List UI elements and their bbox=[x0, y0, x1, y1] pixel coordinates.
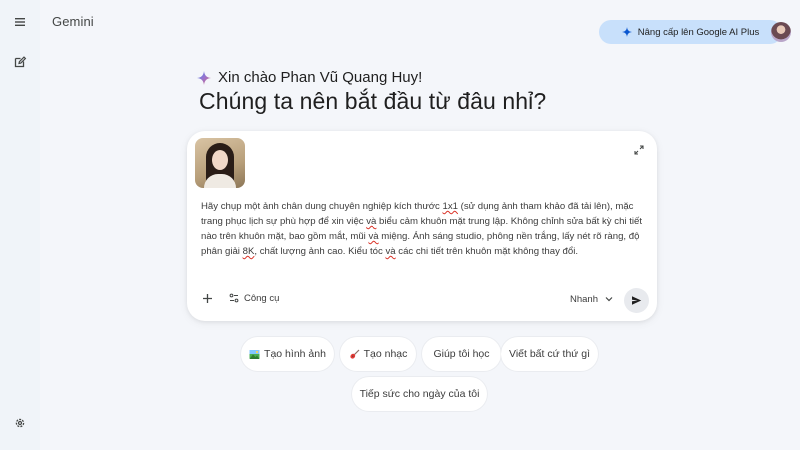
greeting-line: Xin chào Phan Vũ Quang Huy! bbox=[197, 69, 422, 86]
send-button[interactable] bbox=[624, 288, 649, 313]
sparkle-icon bbox=[621, 27, 632, 37]
chip-label: Viết bất cứ thứ gì bbox=[509, 348, 590, 360]
chip-help-me-learn[interactable]: Giúp tôi học bbox=[422, 337, 501, 371]
prompt-card: Hãy chụp một ảnh chân dung chuyên nghiệp… bbox=[187, 131, 657, 321]
add-attachment-button[interactable] bbox=[199, 290, 215, 306]
expand-icon bbox=[634, 145, 644, 155]
gemini-sparkle-icon bbox=[197, 70, 211, 85]
prompt-underlined-word: và bbox=[366, 216, 377, 227]
chip-label: Giúp tôi học bbox=[433, 348, 490, 360]
tools-label: Công cụ bbox=[244, 292, 280, 304]
prompt-input[interactable]: Hãy chụp một ảnh chân dung chuyên nghiệp… bbox=[201, 199, 647, 259]
uploaded-image-thumbnail[interactable] bbox=[195, 138, 245, 188]
chip-label: Tạo hình ảnh bbox=[264, 348, 326, 360]
image-icon bbox=[249, 349, 260, 359]
main-area: Gemini Nâng cấp lên Google AI Plus Xin c bbox=[40, 0, 800, 450]
brand-title: Gemini bbox=[52, 14, 94, 29]
plus-icon bbox=[202, 293, 212, 303]
settings-button[interactable] bbox=[8, 411, 32, 435]
prompt-text-segment: Hãy chụp một ảnh chân dung chuyên nghiệp… bbox=[201, 201, 443, 212]
upgrade-button[interactable]: Nâng cấp lên Google AI Plus bbox=[599, 20, 782, 44]
chip-create-image[interactable]: Tạo hình ảnh bbox=[241, 337, 334, 371]
prompt-text-segment: , chất lượng ảnh cao. Kiểu tóc bbox=[254, 246, 386, 257]
expand-button[interactable] bbox=[634, 142, 646, 155]
prompt-underlined-word: 1x1 bbox=[442, 201, 458, 212]
upgrade-label: Nâng cấp lên Google AI Plus bbox=[637, 26, 760, 38]
gear-icon bbox=[15, 418, 25, 428]
chip-write-anything[interactable]: Viết bất cứ thứ gì bbox=[501, 337, 598, 371]
prompt-underlined-word: và bbox=[368, 231, 379, 242]
send-icon bbox=[632, 296, 642, 305]
side-rail bbox=[0, 0, 40, 450]
chip-label: Tạo nhạc bbox=[363, 348, 408, 360]
edit-icon bbox=[14, 56, 27, 68]
prompt-text-segment: các chi tiết trên khuôn mặt không thay đ… bbox=[395, 246, 579, 257]
tools-icon bbox=[229, 293, 239, 303]
prompt-underlined-word: và bbox=[385, 246, 396, 257]
page-headline: Chúng ta nên bắt đầu từ đâu nhỉ? bbox=[199, 88, 547, 114]
new-chat-button[interactable] bbox=[8, 50, 32, 74]
model-label: Nhanh bbox=[570, 293, 598, 305]
tools-button[interactable]: Công cụ bbox=[229, 291, 279, 305]
chip-create-music[interactable]: Tạo nhạc bbox=[340, 337, 416, 371]
menu-button[interactable] bbox=[8, 10, 32, 34]
chevron-down-icon bbox=[605, 297, 613, 302]
thumbnail-face bbox=[212, 150, 228, 170]
chip-label: Tiếp sức cho ngày của tôi bbox=[359, 388, 480, 400]
chip-boost-my-day[interactable]: Tiếp sức cho ngày của tôi bbox=[352, 377, 487, 411]
account-avatar[interactable] bbox=[771, 22, 791, 42]
guitar-icon bbox=[350, 349, 360, 359]
prompt-underlined-word: 8K bbox=[242, 246, 255, 257]
model-selector[interactable]: Nhanh bbox=[570, 292, 613, 306]
greeting-text: Xin chào Phan Vũ Quang Huy! bbox=[218, 69, 423, 86]
gemini-app: Gemini Nâng cấp lên Google AI Plus Xin c bbox=[0, 0, 800, 450]
menu-icon bbox=[15, 18, 25, 26]
